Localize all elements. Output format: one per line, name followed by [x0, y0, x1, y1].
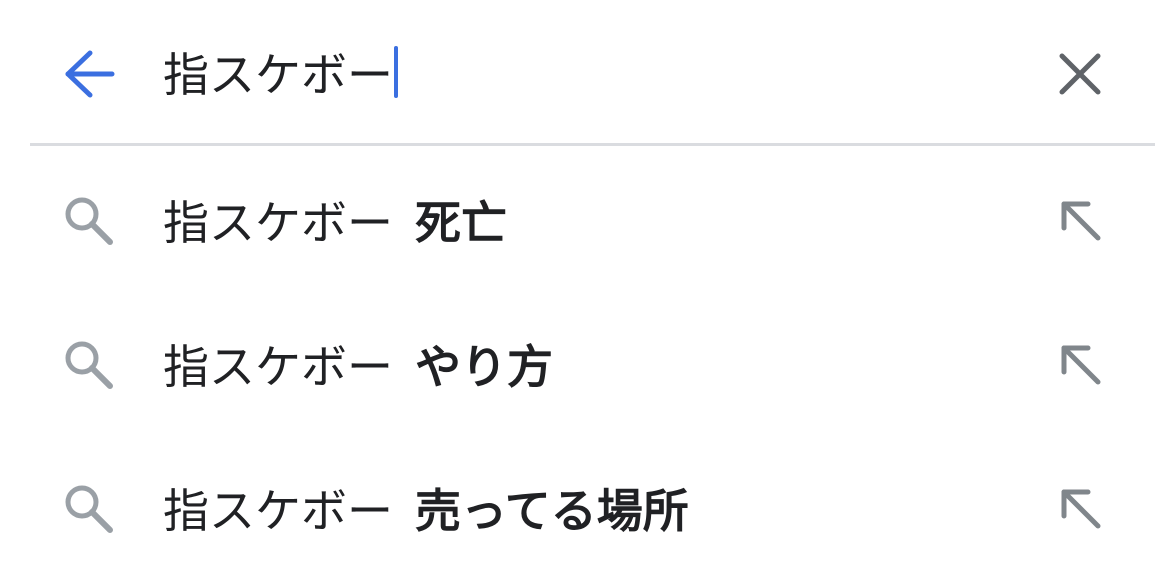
suggestion-item[interactable]: 指スケボー 売ってる場所: [0, 434, 1170, 578]
text-caret: [394, 46, 398, 98]
suggestion-completion: やり方: [415, 340, 553, 394]
search-icon: [60, 338, 120, 390]
suggestion-item[interactable]: 指スケボー やり方: [0, 290, 1170, 434]
search-icon: [60, 482, 120, 534]
suggestion-prefix: 指スケボー: [163, 484, 393, 538]
close-icon[interactable]: [1050, 44, 1110, 104]
search-query-text: 指スケボー: [163, 48, 393, 102]
suggestion-prefix: 指スケボー: [163, 340, 393, 394]
suggestion-text: 指スケボー 死亡: [163, 184, 507, 256]
suggestion-completion: 売ってる場所: [415, 484, 689, 538]
suggestion-text: 指スケボー 売ってる場所: [163, 472, 689, 544]
suggestion-prefix: 指スケボー: [163, 196, 393, 250]
suggestion-completion: 死亡: [415, 196, 507, 250]
suggestion-item[interactable]: 指スケボー 死亡: [0, 146, 1170, 290]
search-bar: 指スケボー: [0, 0, 1170, 145]
search-input[interactable]: 指スケボー: [163, 40, 398, 104]
suggestion-text: 指スケボー やり方: [163, 328, 553, 400]
arrow-up-left-icon[interactable]: [1052, 192, 1110, 250]
arrow-up-left-icon[interactable]: [1052, 336, 1110, 394]
back-arrow-icon[interactable]: [60, 46, 120, 102]
arrow-up-left-icon[interactable]: [1052, 480, 1110, 538]
search-icon: [60, 194, 120, 246]
